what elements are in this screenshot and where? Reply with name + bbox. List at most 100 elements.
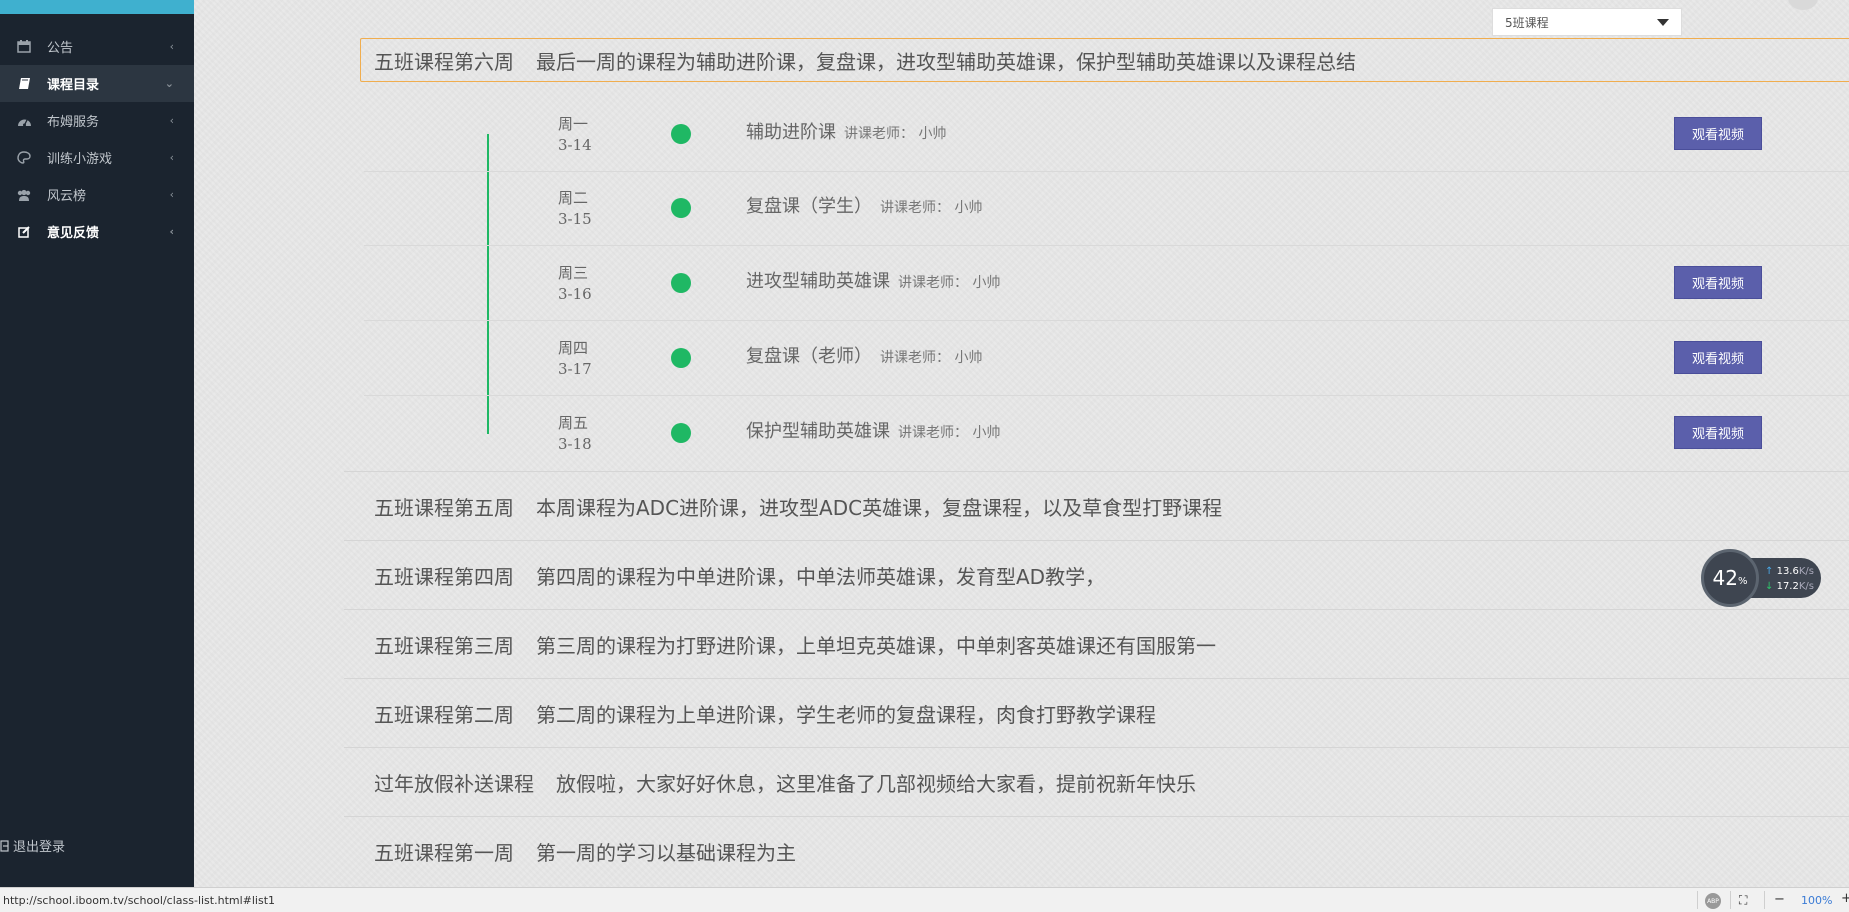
sidebar-item-label: 课程目录 <box>47 78 100 93</box>
week-header[interactable]: 五班课程第四周 第四周的课程为中单进阶课，中单法师英雄课，发育型AD教学， <box>344 541 1849 610</box>
week-title: 五班课程第四周 第四周的课程为中单进阶课，中单法师英雄课，发育型AD教学， <box>374 561 1105 590</box>
course-teacher: 讲课老师： 小帅 <box>898 425 1001 441</box>
timeline-dot <box>671 423 691 443</box>
day-date-value: 3-16 <box>558 285 592 303</box>
watch-video-button[interactable]: 观看视频 <box>1674 416 1762 449</box>
sidebar-item-label: 风云榜 <box>47 189 87 204</box>
week-description: 第一周的学习以基础课程为主 <box>536 841 796 865</box>
day-row: 周三 3-16 进攻型辅助英雄课 讲课老师： 小帅 观看视频 <box>364 247 1849 321</box>
edit-icon <box>16 225 32 239</box>
course-title[interactable]: 复盘课（老师） 讲课老师： 小帅 <box>746 342 982 368</box>
day-date: 周三 3-16 <box>558 263 592 305</box>
week-title: 五班课程第三周 第三周的课程为打野进阶课，上单坦克英雄课，中单刺客英雄课还有国服第… <box>374 630 1216 659</box>
week-title: 五班课程第一周 第一周的学习以基础课程为主 <box>374 837 796 866</box>
week-description: 放假啦，大家好好休息，这里准备了几部视频给大家看，提前祝新年快乐 <box>556 772 1196 796</box>
zoom-out-button[interactable]: − <box>1774 892 1785 907</box>
sidebar-item-leaderboard[interactable]: 风云榜 ‹ <box>0 176 194 213</box>
avatar[interactable] <box>1788 0 1818 10</box>
upload-speed: ↑ 13.6K/s <box>1765 564 1821 579</box>
week-name: 五班课程第五周 <box>374 496 514 520</box>
sidebar-item-announcement[interactable]: 公告 ‹ <box>0 28 194 65</box>
status-url: http://school.iboom.tv/school/class-list… <box>3 894 276 907</box>
week-header[interactable]: 五班课程第一周 第一周的学习以基础课程为主 <box>344 817 1849 886</box>
week-header[interactable]: 过年放假补送课程 放假啦，大家好好休息，这里准备了几部视频给大家看，提前祝新年快乐 <box>344 748 1849 817</box>
timeline-dot <box>671 124 691 144</box>
week-description: 第三周的课程为打野进阶课，上单坦克英雄课，中单刺客英雄课还有国服第一 <box>536 634 1216 658</box>
day-weekday: 周二 <box>558 189 589 207</box>
download-unit: K/s <box>1798 581 1814 592</box>
watch-video-button[interactable]: 观看视频 <box>1674 266 1762 299</box>
network-speed-pill: ↑ 13.6K/s ↓ 17.2K/s <box>1751 558 1821 598</box>
day-date: 周五 3-18 <box>558 413 592 455</box>
day-date: 周二 3-15 <box>558 188 592 230</box>
adblock-icon[interactable]: ABP <box>1705 893 1721 909</box>
sidebar-top-accent <box>0 0 194 14</box>
course-name: 保护型辅助英雄课 <box>746 421 890 442</box>
users-icon <box>16 188 32 202</box>
week-name: 五班课程第三周 <box>374 634 514 658</box>
day-weekday: 周一 <box>558 115 589 133</box>
chevron-left-icon: ‹ <box>169 225 174 238</box>
usage-percent: 42 <box>1712 566 1738 590</box>
upload-arrow-icon: ↑ <box>1765 566 1774 577</box>
browser-status-bar: http://school.iboom.tv/school/class-list… <box>0 887 1849 912</box>
week-description: 最后一周的课程为辅助进阶课，复盘课，进攻型辅助英雄课，保护型辅助英雄课以及课程总… <box>536 49 1356 74</box>
day-row: 周四 3-17 复盘课（老师） 讲课老师： 小帅 观看视频 <box>364 322 1849 396</box>
week-name: 五班课程第一周 <box>374 841 514 865</box>
day-row: 周一 3-14 辅助进阶课 讲课老师： 小帅 观看视频 <box>364 98 1849 172</box>
course-name: 复盘课（老师） <box>746 346 872 367</box>
week-title: 五班课程第五周 本周课程为ADC进阶课，进攻型ADC英雄课，复盘课程，以及草食型打… <box>374 492 1222 521</box>
course-title[interactable]: 保护型辅助英雄课 讲课老师： 小帅 <box>746 417 1000 443</box>
timeline-dot <box>671 273 691 293</box>
day-date-value: 3-14 <box>558 136 592 154</box>
class-select[interactable]: 5班课程 <box>1492 8 1682 36</box>
day-date: 周一 3-14 <box>558 114 592 156</box>
week-name: 五班课程第六周 <box>374 49 514 74</box>
watch-video-button[interactable]: 观看视频 <box>1674 341 1762 374</box>
chevron-left-icon: ‹ <box>169 40 174 53</box>
logout-icon <box>0 839 10 852</box>
course-teacher: 讲课老师： 小帅 <box>880 200 983 216</box>
zoom-level[interactable]: 100% <box>1801 894 1832 907</box>
week-title: 五班课程第二周 第二周的课程为上单进阶课，学生老师的复盘课程，肉食打野教学课程 <box>374 699 1156 728</box>
book-icon <box>16 77 32 91</box>
divider <box>1697 891 1698 909</box>
week-description: 第四周的课程为中单进阶课，中单法师英雄课，发育型AD教学， <box>536 565 1106 589</box>
sidebar-item-label: 布姆服务 <box>47 115 100 130</box>
course-name: 复盘课（学生） <box>746 196 872 217</box>
day-date-value: 3-17 <box>558 360 592 378</box>
dashboard-icon <box>16 114 32 128</box>
chevron-down-icon: ⌄ <box>164 77 174 90</box>
day-weekday: 周三 <box>558 264 589 282</box>
palette-icon <box>16 151 32 165</box>
week-header[interactable]: 五班课程第五周 本周课程为ADC进阶课，进攻型ADC英雄课，复盘课程，以及草食型打… <box>344 471 1849 541</box>
week-header[interactable]: 五班课程第二周 第二周的课程为上单进阶课，学生老师的复盘课程，肉食打野教学课程 <box>344 679 1849 748</box>
network-usage-circle: 42% <box>1701 549 1759 607</box>
timeline-dot <box>671 198 691 218</box>
chevron-left-icon: ‹ <box>169 151 174 164</box>
day-date-value: 3-15 <box>558 210 592 228</box>
course-teacher: 讲课老师： 小帅 <box>898 275 1001 291</box>
week-header[interactable]: 五班课程第三周 第三周的课程为打野进阶课，上单坦克英雄课，中单刺客英雄课还有国服第… <box>344 610 1849 679</box>
network-speed-widget[interactable]: ↑ 13.6K/s ↓ 17.2K/s 42% <box>1701 549 1821 613</box>
week-title: 五班课程第六周 最后一周的课程为辅助进阶课，复盘课，进攻型辅助英雄课，保护型辅助英… <box>374 46 1356 75</box>
sidebar-item-course-catalog[interactable]: 课程目录 ⌄ <box>0 65 194 102</box>
watch-video-button[interactable]: 观看视频 <box>1674 117 1762 150</box>
week-name: 五班课程第二周 <box>374 703 514 727</box>
divider <box>1764 891 1765 909</box>
download-value: 17.2 <box>1776 581 1799 592</box>
sidebar-item-training-games[interactable]: 训练小游戏 ‹ <box>0 139 194 176</box>
zoom-in-button[interactable]: + <box>1841 891 1849 906</box>
sidebar-item-feedback[interactable]: 意见反馈 ‹ <box>0 213 194 250</box>
day-date: 周四 3-17 <box>558 338 592 380</box>
chevron-left-icon: ‹ <box>169 114 174 127</box>
logout-button[interactable]: 退出登录 <box>0 836 65 855</box>
course-title[interactable]: 辅助进阶课 讲课老师： 小帅 <box>746 118 946 144</box>
fullscreen-icon[interactable]: ⛶ <box>1739 893 1747 908</box>
download-arrow-icon: ↓ <box>1765 581 1774 592</box>
course-title[interactable]: 复盘课（学生） 讲课老师： 小帅 <box>746 192 982 218</box>
sidebar-item-boom-service[interactable]: 布姆服务 ‹ <box>0 102 194 139</box>
course-title[interactable]: 进攻型辅助英雄课 讲课老师： 小帅 <box>746 267 1000 293</box>
week-header-expanded[interactable]: 五班课程第六周 最后一周的课程为辅助进阶课，复盘课，进攻型辅助英雄课，保护型辅助英… <box>360 38 1849 82</box>
day-date-value: 3-18 <box>558 435 592 453</box>
